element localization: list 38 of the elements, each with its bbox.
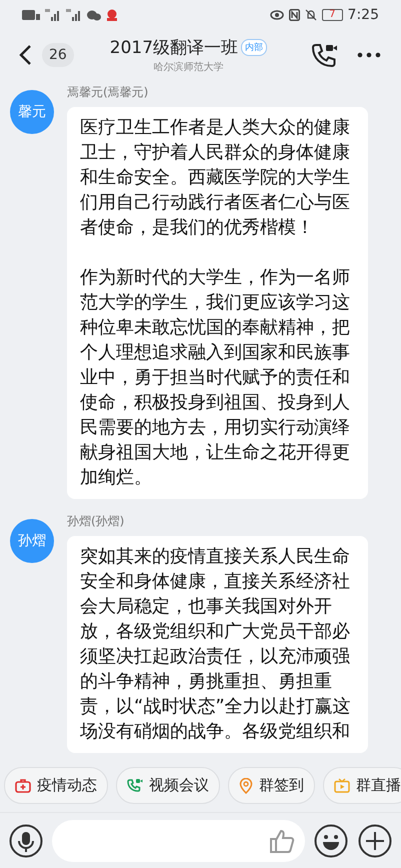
battery-level: 7 xyxy=(322,9,343,21)
medical-kit-icon xyxy=(15,778,31,792)
back-icon xyxy=(18,44,32,66)
quick-action-chip[interactable]: 视频会议 xyxy=(116,767,220,804)
chat-title: 2017级翻译一班 xyxy=(110,37,238,59)
phone-video-icon xyxy=(127,778,143,793)
signal-icon xyxy=(45,9,61,21)
phone-video-icon xyxy=(311,42,339,68)
add-button[interactable] xyxy=(357,822,393,858)
quick-action-chip[interactable]: 疫情动态 xyxy=(4,767,108,804)
eye-icon xyxy=(270,10,284,20)
message-text: 突如其来的疫情直接关系人民生命安全和身体健康，直接关系经济社会大局稳定，也事关我国对外开放，各级党组织和广大党员干部必须坚决扛起政治责任，以充沛顽强的斗争精神，勇挑重担、勇担重责，以“战时状态”全力以赴打赢这场没有硝烟的战争。各级党组织和 xyxy=(80,545,352,744)
signal-icon xyxy=(66,9,82,21)
chat-subtitle: 哈尔滨师范大学 xyxy=(153,60,224,74)
location-pin-icon xyxy=(239,778,253,794)
hd-icon xyxy=(22,10,40,20)
message-text: 作为新时代的大学生，作为一名师范大学的学生，我们更应该学习这种位卑未敢忘忧国的奉献精神，把个人理想追求融入到国家和民族事业中，勇于担当时代赋予的责任和使命，积极投身到祖国、投身到人民需要的地方去，用切实行动演绎献身祖国大地，让生命之花开得更加绚烂。 xyxy=(80,266,351,490)
more-icon xyxy=(357,52,381,58)
app-notification-icon xyxy=(106,9,118,21)
group-tag: 内部 xyxy=(241,39,268,56)
nfc-icon xyxy=(289,9,300,21)
quick-action-chip[interactable]: 群直播 xyxy=(323,767,401,804)
message-input[interactable] xyxy=(52,820,305,862)
emoji-button[interactable] xyxy=(313,822,349,858)
bell-muted-icon xyxy=(305,9,318,21)
message-text: 医疗卫生工作者是人类大众的健康卫士，守护着人民群众的身体健康和生命安全。西藏医学院的大学生们用自己行动践行者医者仁心与医者使命，是我们的优秀楷模！ xyxy=(80,116,351,240)
microphone-icon xyxy=(9,824,43,858)
thumbs-up-icon xyxy=(269,828,295,854)
tv-play-icon xyxy=(334,778,350,793)
sender-name: 焉馨元(焉馨元) xyxy=(67,84,148,101)
quick-action-chip[interactable]: 群签到 xyxy=(228,767,315,804)
clock-time: 7:25 xyxy=(348,7,379,23)
smiley-icon xyxy=(314,824,348,858)
plus-icon xyxy=(358,824,392,858)
voice-button[interactable] xyxy=(8,822,44,858)
sender-name: 孙熠(孙熠) xyxy=(67,513,124,530)
chat-app-icon xyxy=(87,10,101,20)
unread-count: 26 xyxy=(42,43,74,67)
